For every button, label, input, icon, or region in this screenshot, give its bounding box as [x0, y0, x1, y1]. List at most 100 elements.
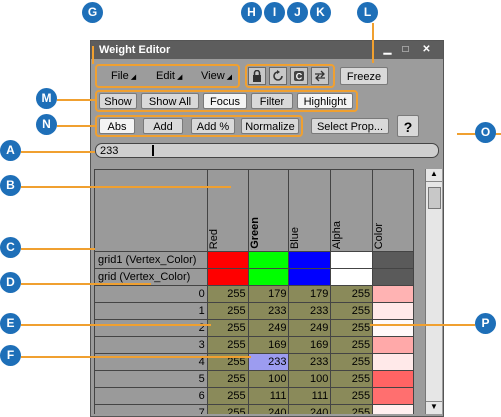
- filter-button[interactable]: Filter: [251, 93, 293, 109]
- color-cell[interactable]: [372, 404, 414, 414]
- svg-text:C: C: [296, 72, 303, 82]
- weight-cell[interactable]: 111: [288, 387, 332, 405]
- color-swatch[interactable]: [247, 251, 290, 269]
- lock-icon: [253, 70, 261, 82]
- weight-cell[interactable]: 255: [206, 336, 249, 354]
- group-row[interactable]: grid1 (Vertex_Color): [94, 251, 414, 269]
- color-swatch[interactable]: [206, 251, 249, 269]
- color-swatch[interactable]: [288, 251, 332, 269]
- weight-cell[interactable]: 255: [206, 370, 249, 388]
- color-cell[interactable]: [372, 302, 414, 320]
- weight-cell[interactable]: 249: [288, 319, 332, 337]
- column-header[interactable]: Blue: [288, 169, 332, 252]
- weight-cell[interactable]: 100: [288, 370, 332, 388]
- color-swatch[interactable]: [372, 251, 414, 269]
- table-row[interactable]: 5 255 100 100 255: [94, 370, 414, 388]
- weight-cell[interactable]: 255: [206, 285, 249, 303]
- annotation-marker: C: [0, 237, 21, 258]
- weight-cell[interactable]: 255: [330, 302, 374, 320]
- weight-cell[interactable]: 255: [330, 387, 374, 405]
- weight-cell[interactable]: 249: [247, 319, 290, 337]
- weight-cell[interactable]: 255: [330, 336, 374, 354]
- weight-cell[interactable]: 255: [206, 404, 249, 414]
- table-row[interactable]: 1 255 233 233 255: [94, 302, 414, 320]
- column-header[interactable]: Red: [206, 169, 249, 252]
- show-all-button[interactable]: Show All: [141, 93, 199, 109]
- lock-button[interactable]: [248, 67, 266, 85]
- column-header-label: Green: [248, 217, 261, 249]
- header-corner: [94, 169, 208, 252]
- weight-cell[interactable]: 233: [288, 302, 332, 320]
- menu-file[interactable]: File ◢: [111, 68, 136, 84]
- weight-cell[interactable]: 111: [247, 387, 290, 405]
- show-button[interactable]: Show: [99, 93, 137, 109]
- swap-button[interactable]: [311, 67, 329, 85]
- weight-cell[interactable]: 255: [330, 319, 374, 337]
- leader-line: [21, 356, 251, 358]
- weight-cell[interactable]: 240: [247, 404, 290, 414]
- scroll-thumb[interactable]: [428, 187, 441, 209]
- select-prop-button[interactable]: Select Prop...: [311, 118, 389, 134]
- weight-cell[interactable]: 179: [247, 285, 290, 303]
- weight-cell[interactable]: 255: [330, 370, 374, 388]
- weight-cell[interactable]: 255: [206, 319, 249, 337]
- column-header[interactable]: Green: [247, 169, 290, 252]
- leader-line: [21, 186, 231, 188]
- color-swatch[interactable]: [372, 268, 414, 286]
- color-swatch[interactable]: [288, 268, 332, 286]
- leader-line: [92, 46, 94, 64]
- normalize-button[interactable]: Normalize: [241, 118, 299, 134]
- weight-cell[interactable]: 179: [288, 285, 332, 303]
- menu-edit[interactable]: Edit ◢: [156, 68, 182, 84]
- color-cell[interactable]: [372, 387, 414, 405]
- scroll-down-icon[interactable]: ▼: [426, 401, 442, 414]
- focus-button[interactable]: Focus: [203, 93, 247, 109]
- weight-cell[interactable]: 255: [206, 302, 249, 320]
- highlight-button[interactable]: Highlight: [297, 93, 353, 109]
- add-button[interactable]: Add: [143, 118, 183, 134]
- maximize-icon[interactable]: □: [399, 44, 412, 56]
- weight-cell[interactable]: 233: [288, 353, 332, 371]
- vertical-scrollbar[interactable]: ▲ ▼: [425, 169, 442, 414]
- abs-button[interactable]: Abs: [99, 118, 135, 134]
- table-row[interactable]: 0 255 179 179 255: [94, 285, 414, 303]
- scroll-up-icon[interactable]: ▲: [426, 169, 442, 182]
- table-row[interactable]: 7 255 240 240 255: [94, 404, 414, 414]
- weight-cell[interactable]: 255: [330, 353, 374, 371]
- color-cell[interactable]: [372, 319, 414, 337]
- copy-button[interactable]: C: [290, 67, 308, 85]
- minimize-icon[interactable]: ▁: [381, 44, 394, 56]
- color-swatch[interactable]: [330, 251, 374, 269]
- table-row[interactable]: 2 255 249 249 255: [94, 319, 414, 337]
- value-slider[interactable]: 233: [95, 143, 439, 158]
- close-icon[interactable]: ✕: [420, 44, 433, 56]
- help-button[interactable]: ?: [397, 115, 419, 137]
- color-swatch[interactable]: [330, 268, 374, 286]
- add-percent-button[interactable]: Add %: [191, 118, 235, 134]
- column-header[interactable]: Alpha: [330, 169, 374, 252]
- title-bar[interactable]: Weight Editor ▁ □ ✕: [91, 41, 443, 59]
- color-swatch[interactable]: [206, 268, 249, 286]
- weight-cell[interactable]: 240: [288, 404, 332, 414]
- weight-cell[interactable]: 255: [330, 404, 374, 414]
- weight-cell[interactable]: 255: [330, 285, 374, 303]
- menu-view[interactable]: View ◢: [201, 68, 232, 84]
- table-row[interactable]: 3 255 169 169 255: [94, 336, 414, 354]
- color-cell[interactable]: [372, 336, 414, 354]
- weight-cell[interactable]: 100: [247, 370, 290, 388]
- weight-cell[interactable]: 233: [247, 302, 290, 320]
- weight-cell[interactable]: 233: [247, 353, 290, 371]
- color-swatch[interactable]: [247, 268, 290, 286]
- weight-cell[interactable]: 255: [206, 387, 249, 405]
- freeze-button[interactable]: Freeze: [340, 67, 388, 85]
- weight-cell[interactable]: 169: [247, 336, 290, 354]
- weight-cell[interactable]: 169: [288, 336, 332, 354]
- row-index: 6: [94, 387, 208, 405]
- color-cell[interactable]: [372, 285, 414, 303]
- column-header[interactable]: Color: [372, 169, 414, 252]
- refresh-button[interactable]: [269, 67, 287, 85]
- color-cell[interactable]: [372, 370, 414, 388]
- color-cell[interactable]: [372, 353, 414, 371]
- slider-thumb[interactable]: [152, 145, 154, 156]
- table-row[interactable]: 6 255 111 111 255: [94, 387, 414, 405]
